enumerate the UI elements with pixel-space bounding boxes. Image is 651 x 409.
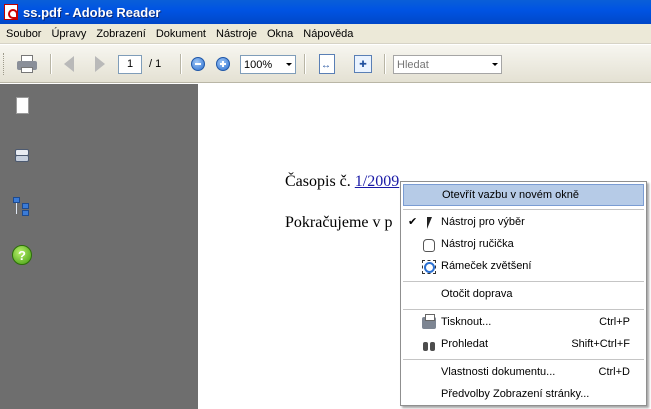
toolbar-separator <box>50 54 52 74</box>
menu-item-label: Otevřít vazbu v novém okně <box>442 189 579 201</box>
menu-upravy[interactable]: Úpravy <box>46 24 91 44</box>
menu-item-select-tool[interactable]: ✔ Nástroj pro výběr <box>403 212 644 234</box>
bookmarks-button[interactable] <box>9 194 35 220</box>
zoom-out-button[interactable] <box>188 52 208 76</box>
menu-separator <box>403 359 644 360</box>
arrow-right-icon <box>95 56 105 72</box>
menu-nastroje[interactable]: Nástroje <box>211 24 262 44</box>
zoom-in-button[interactable] <box>213 52 233 76</box>
chevron-down-icon[interactable] <box>489 56 501 73</box>
title-bar: ss.pdf - Adobe Reader <box>0 0 651 24</box>
marquee-zoom-icon <box>421 259 437 275</box>
document-text-line: Časopis č. 1/2009 <box>285 173 399 191</box>
menu-item-hand-tool[interactable]: Nástroj ručička <box>403 234 644 256</box>
printer-icon <box>16 55 38 73</box>
zoom-select[interactable]: 100% <box>240 55 296 74</box>
print-button[interactable] <box>12 52 42 76</box>
pages-button[interactable] <box>9 92 35 118</box>
document-link[interactable]: 1/2009 <box>355 173 399 190</box>
menu-item-label: Předvolby Zobrazení stránky... <box>441 388 590 400</box>
toolbar-separator <box>180 54 182 74</box>
layers-button[interactable] <box>9 143 35 169</box>
menu-item-shortcut: Ctrl+D <box>598 366 630 378</box>
binoculars-icon <box>421 337 437 353</box>
previous-page-button[interactable] <box>58 52 80 76</box>
toolbar-grip[interactable] <box>3 53 6 75</box>
menu-item-rotate-right[interactable]: Otočit doprava <box>403 284 644 306</box>
menu-separator <box>403 281 644 282</box>
menu-item-label: Vlastnosti dokumentu... <box>441 366 556 378</box>
menu-item-shortcut: Shift+Ctrl+F <box>571 338 630 350</box>
menu-bar: Soubor Úpravy Zobrazení Dokument Nástroj… <box>0 24 651 44</box>
menu-item-search[interactable]: Prohledat Shift+Ctrl+F <box>403 334 644 356</box>
menu-item-marquee-zoom[interactable]: Rámeček zvětšení <box>403 256 644 278</box>
fit-page-button[interactable]: ✚ <box>352 52 374 76</box>
menu-zobrazeni[interactable]: Zobrazení <box>91 24 151 44</box>
search-field[interactable] <box>393 55 502 74</box>
arrow-left-icon <box>64 56 74 72</box>
menu-item-label: Rámeček zvětšení <box>441 260 532 272</box>
help-icon: ? <box>12 245 32 265</box>
search-input[interactable] <box>394 58 489 71</box>
chevron-down-icon[interactable] <box>283 56 295 73</box>
context-menu: Otevřít vazbu v novém okně ✔ Nástroj pro… <box>400 181 647 406</box>
page-number-input[interactable]: 1 <box>118 55 142 74</box>
zoom-in-icon <box>216 57 230 71</box>
layers-icon <box>13 149 31 163</box>
menu-item-open-link-new-window[interactable]: Otevřít vazbu v novém okně <box>403 184 644 206</box>
window-title: ss.pdf - Adobe Reader <box>23 4 161 20</box>
menu-soubor[interactable]: Soubor <box>1 24 46 44</box>
help-button[interactable]: ? <box>9 242 35 268</box>
menu-okna[interactable]: Okna <box>262 24 298 44</box>
menu-item-label: Prohledat <box>441 338 489 350</box>
menu-separator <box>403 209 644 210</box>
next-page-button[interactable] <box>89 52 111 76</box>
menu-item-shortcut: Ctrl+P <box>599 316 630 328</box>
toolbar-separator <box>384 54 386 74</box>
menu-item-label: Nástroj ručička <box>441 238 514 250</box>
navigation-panel: ? <box>0 84 198 409</box>
menu-dokument[interactable]: Dokument <box>151 24 211 44</box>
menu-item-page-display-preferences[interactable]: Předvolby Zobrazení stránky... <box>403 384 644 406</box>
fit-page-icon: ✚ <box>354 55 372 73</box>
menu-item-label: Nástroj pro výběr <box>441 216 525 228</box>
bookmarks-icon <box>13 197 31 217</box>
menu-separator <box>403 309 644 310</box>
menu-item-label: Tisknout... <box>441 316 492 328</box>
pages-icon <box>12 94 29 114</box>
print-icon <box>421 314 437 331</box>
zoom-value: 100% <box>244 58 273 71</box>
menu-item-document-properties[interactable]: Vlastnosti dokumentu... Ctrl+D <box>403 362 644 384</box>
adobe-reader-icon <box>4 4 18 20</box>
menu-item-print[interactable]: Tisknout... Ctrl+P <box>403 312 644 334</box>
zoom-out-icon <box>191 57 205 71</box>
fit-width-icon <box>319 54 335 74</box>
fit-width-button[interactable] <box>316 52 338 76</box>
toolbar: 1 / 1 100% ✚ <box>0 45 651 83</box>
document-text: Časopis č. <box>285 173 355 190</box>
page-total: / 1 <box>149 58 162 70</box>
document-text-line: Pokračujeme v p <box>285 214 393 231</box>
checkmark-icon: ✔ <box>408 216 418 228</box>
menu-napoveda[interactable]: Nápověda <box>298 24 358 44</box>
select-cursor-icon <box>421 215 437 231</box>
hand-icon <box>421 237 437 253</box>
menu-item-label: Otočit doprava <box>441 288 513 300</box>
toolbar-separator <box>304 54 306 74</box>
